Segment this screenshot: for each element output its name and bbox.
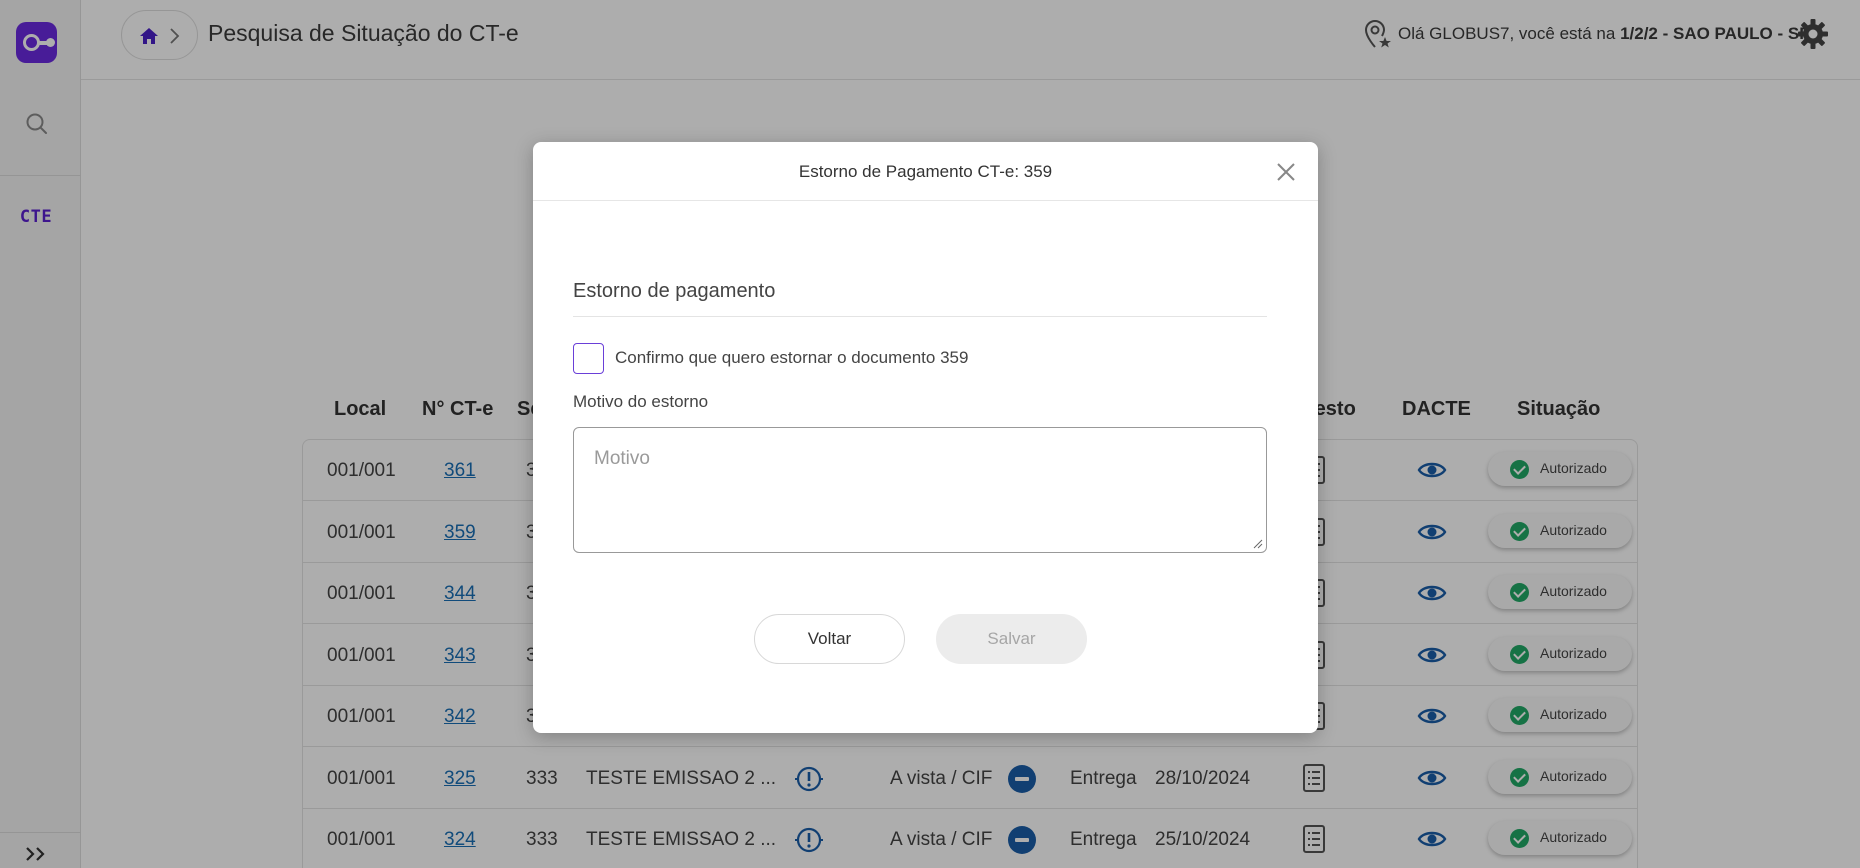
resize-handle-icon[interactable] [1253,539,1263,549]
refund-modal: Estorno de Pagamento CT-e: 359 Estorno d… [533,142,1318,733]
section-title: Estorno de pagamento [573,280,776,302]
section-divider [573,316,1267,317]
confirm-checkbox[interactable] [573,343,604,374]
modal-header: Estorno de Pagamento CT-e: 359 [533,142,1318,201]
reason-placeholder: Motivo [594,448,650,469]
reason-label: Motivo do estorno [573,392,709,411]
modal-title: Estorno de Pagamento CT-e: 359 [798,162,1053,181]
confirm-checkbox-label[interactable]: Confirmo que quero estornar o documento … [615,348,968,368]
close-icon[interactable] [1274,160,1298,184]
save-button[interactable]: Salvar [936,614,1087,664]
back-button[interactable]: Voltar [754,614,905,664]
reason-textarea[interactable]: Motivo [573,427,1267,553]
